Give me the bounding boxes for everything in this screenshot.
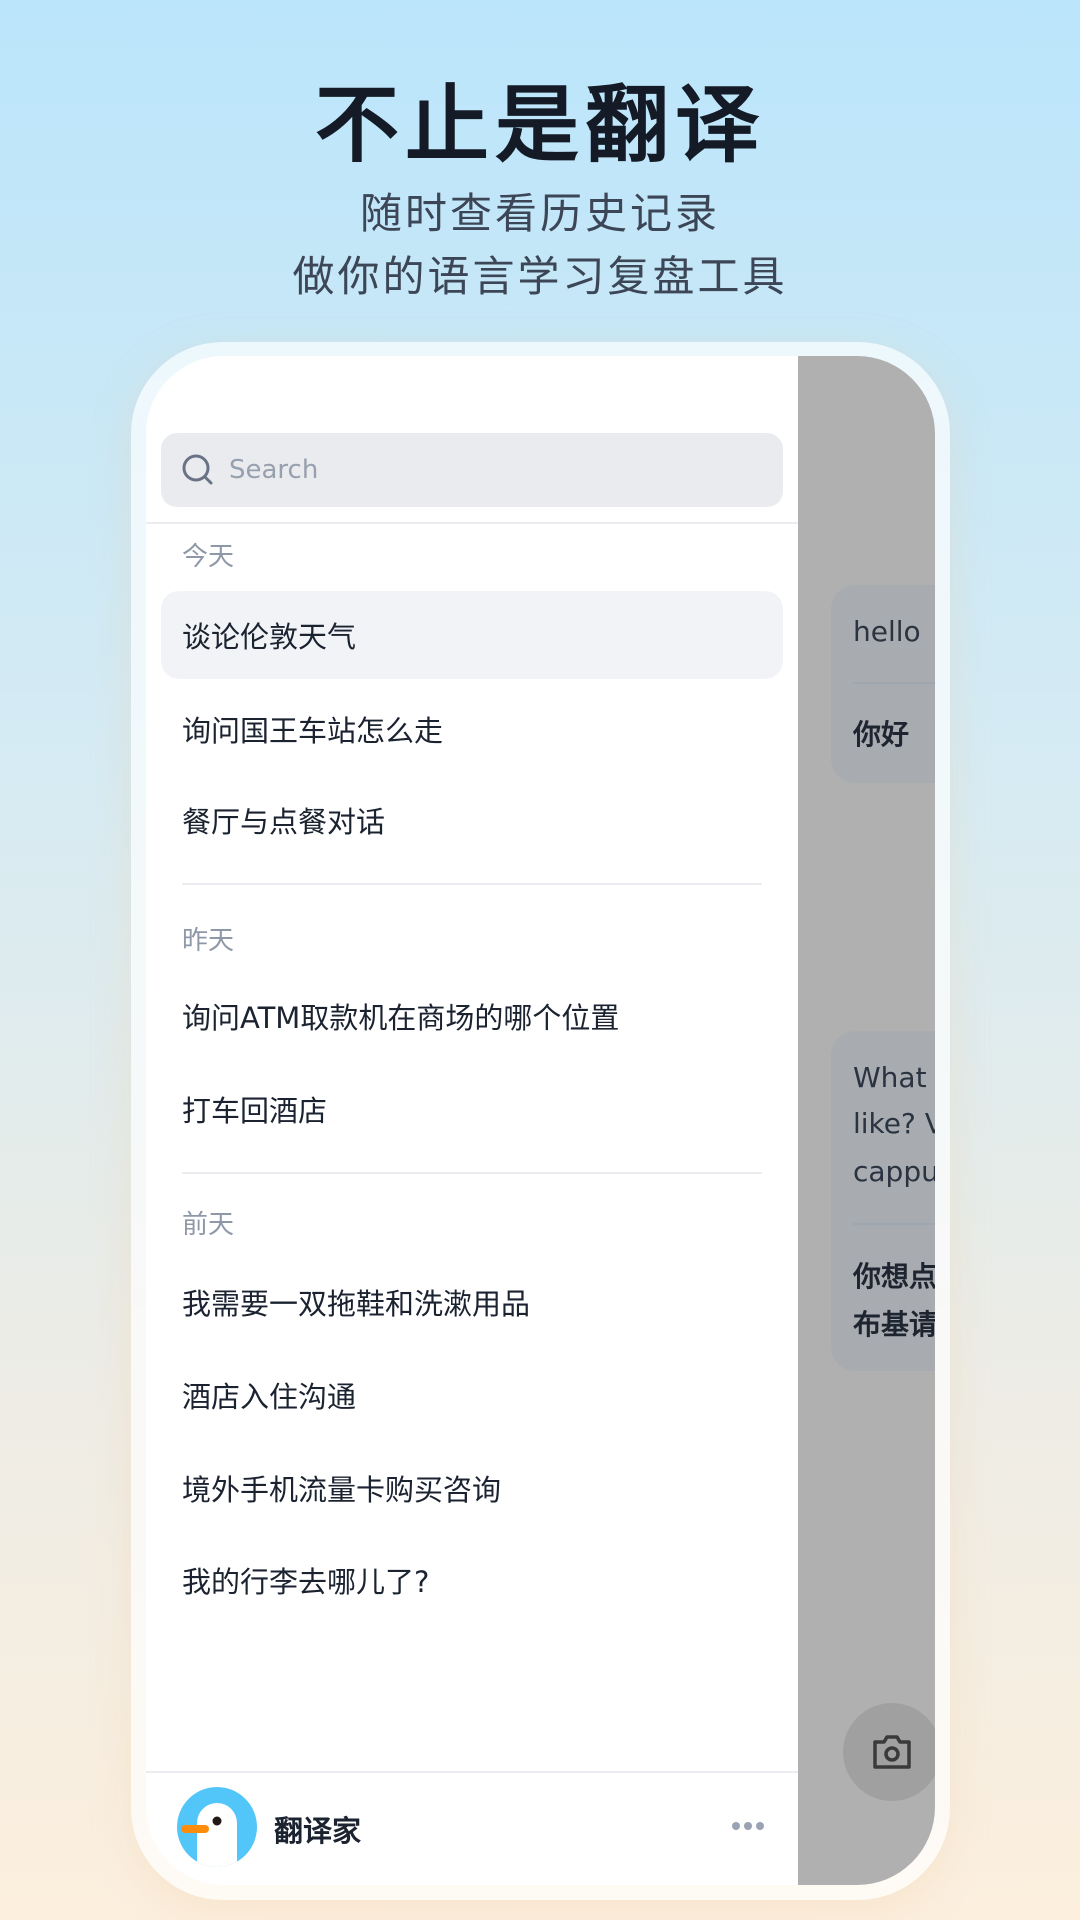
history-item[interactable]: 谈论伦敦天气 — [161, 591, 783, 679]
divider — [146, 522, 798, 524]
history-item[interactable]: 询问国王车站怎么走 — [161, 685, 783, 773]
source-text: cappu — [853, 1155, 935, 1188]
source-text: hello — [853, 615, 921, 648]
history-item[interactable]: 询问ATM取款机在商场的哪个位置 — [161, 972, 783, 1060]
search-input[interactable]: Search — [161, 433, 783, 507]
camera-button[interactable] — [843, 1703, 935, 1801]
divider — [182, 1172, 762, 1174]
camera-icon — [873, 1735, 911, 1769]
history-item[interactable]: 酒店入住沟通 — [161, 1351, 783, 1439]
source-text: like? V — [853, 1107, 935, 1140]
history-item[interactable]: 境外手机流量卡购买咨询 — [161, 1444, 783, 1532]
section-label-today: 今天 — [182, 542, 235, 572]
avatar[interactable] — [177, 1787, 257, 1867]
section-label-yesterday: 昨天 — [182, 926, 235, 956]
phone-screen: Search 今天 谈论伦敦天气 询问国王车站怎么走 餐厅与点餐对话 昨天 询问… — [146, 356, 935, 1885]
history-item[interactable]: 我的行李去哪儿了? — [161, 1536, 783, 1624]
subtitle-line-2: 做你的语言学习复盘工具 — [292, 252, 788, 301]
card-divider — [853, 682, 935, 684]
section-label-day-before: 前天 — [182, 1210, 235, 1240]
source-text: What — [853, 1061, 927, 1094]
target-text: 你好 — [853, 718, 910, 751]
app-name: 翻译家 — [274, 1814, 362, 1848]
more-icon[interactable] — [732, 1822, 764, 1830]
history-drawer: Search 今天 谈论伦敦天气 询问国王车站怎么走 餐厅与点餐对话 昨天 询问… — [146, 356, 798, 1885]
history-item[interactable]: 我需要一双拖鞋和洗漱用品 — [161, 1258, 783, 1346]
divider — [182, 883, 762, 885]
search-placeholder: Search — [229, 455, 319, 485]
target-text: 布基请 — [853, 1308, 935, 1341]
page-title: 不止是翻译 — [314, 76, 765, 174]
history-item[interactable]: 餐厅与点餐对话 — [161, 776, 783, 864]
drawer-footer: 翻译家 — [146, 1772, 798, 1885]
subtitle-line-1: 随时查看历史记录 — [359, 189, 720, 238]
target-text: 你想点 — [853, 1260, 935, 1293]
history-item[interactable]: 打车回酒店 — [161, 1065, 783, 1153]
chat-card: hello 你好 — [831, 585, 935, 783]
chat-card: What like? V cappu 你想点 布基请 — [831, 1031, 935, 1371]
duck-logo-icon — [181, 1803, 237, 1867]
search-icon — [182, 454, 213, 485]
card-divider — [853, 1223, 935, 1225]
chat-overlay[interactable]: hello 你好 What like? V cappu 你想点 布基请 — [798, 356, 935, 1885]
